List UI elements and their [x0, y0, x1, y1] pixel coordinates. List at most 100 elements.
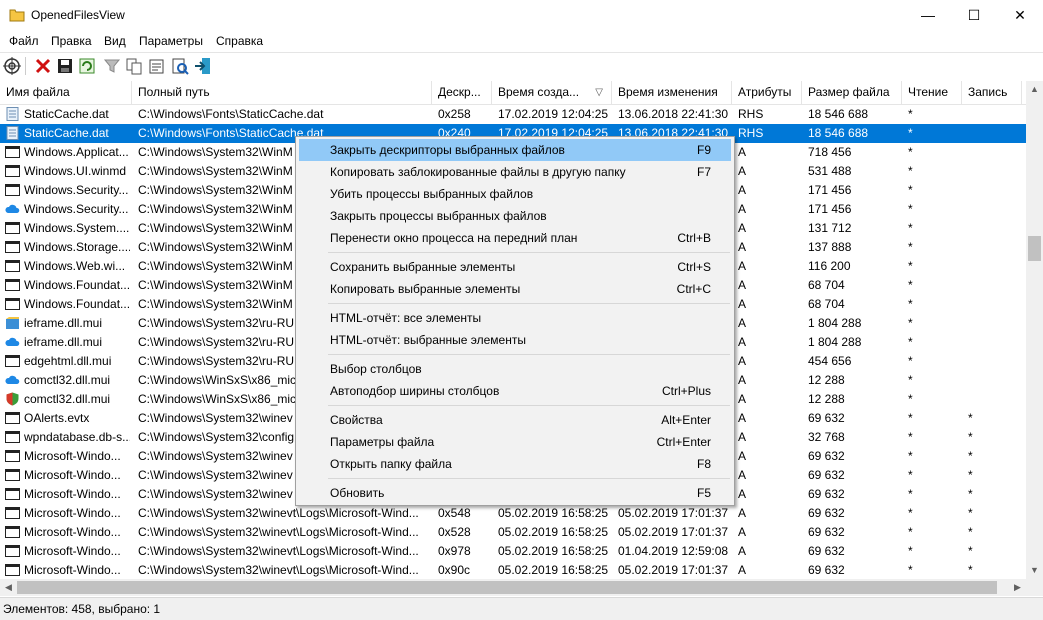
context-menu-item[interactable]: Открыть папку файла F8	[299, 453, 731, 475]
context-menu-shortcut: F8	[696, 457, 711, 471]
cell-size: 116 200	[808, 259, 851, 273]
cell-attributes: A	[738, 354, 747, 368]
menu-options[interactable]: Параметры	[139, 34, 203, 48]
window-icon	[5, 525, 20, 539]
context-menu-item[interactable]: Обновить F5	[299, 482, 731, 504]
save-icon[interactable]	[55, 56, 75, 76]
scroll-left-icon[interactable]: ◀	[0, 579, 17, 596]
cell-filename: Microsoft-Windo...	[24, 449, 121, 463]
menu-edit[interactable]: Правка	[51, 34, 92, 48]
cell-read: *	[908, 297, 913, 311]
context-menu-item[interactable]: Перенести окно процесса на передний план…	[299, 227, 731, 249]
cell-attributes: A	[738, 183, 747, 197]
cell-filename: OAlerts.evtx	[24, 411, 90, 425]
window-icon	[5, 468, 20, 482]
table-row[interactable]: StaticCache.dat C:\Windows\Fonts\StaticCa…	[0, 105, 1026, 124]
context-menu-item[interactable]: Автоподбор ширины столбцов Ctrl+Plus	[299, 380, 731, 402]
context-menu-item[interactable]: Копировать выбранные элементы Ctrl+C	[299, 278, 731, 300]
column-header-handle[interactable]: Дескр...	[432, 81, 492, 104]
cell-size: 137 888	[808, 240, 852, 254]
cell-filename: Windows.Security...	[24, 202, 129, 216]
vertical-scrollbar[interactable]: ▲ ▼	[1026, 81, 1043, 579]
cell-write	[968, 124, 1020, 143]
menu-separator	[328, 354, 730, 355]
properties-icon[interactable]	[147, 56, 167, 76]
context-menu-item[interactable]: Убить процессы выбранных файлов	[299, 183, 731, 205]
column-header-write[interactable]: Запись	[962, 81, 1022, 104]
scrollbar-corner	[1026, 579, 1043, 596]
context-menu-item[interactable]: Копировать заблокированные файлы в другу…	[299, 161, 731, 183]
cell-write: *	[968, 411, 973, 425]
toolbar-separator	[25, 57, 26, 75]
cell-filename: comctl32.dll.mui	[24, 373, 111, 387]
cell-size: 69 632	[808, 449, 845, 463]
context-menu-item[interactable]: Параметры файла Ctrl+Enter	[299, 431, 731, 453]
cell-read: *	[908, 278, 913, 292]
column-header-filename[interactable]: Имя файла	[0, 81, 132, 104]
context-menu-item[interactable]: Свойства Alt+Enter	[299, 409, 731, 431]
cell-attributes: A	[738, 259, 747, 273]
cell-read: *	[908, 449, 913, 463]
scroll-right-icon[interactable]: ▶	[1009, 579, 1026, 596]
column-header-created[interactable]: Время созда... ▽	[492, 81, 612, 104]
menu-help[interactable]: Справка	[216, 34, 263, 48]
column-header-modified[interactable]: Время изменения	[612, 81, 732, 104]
menu-file[interactable]: Файл	[9, 34, 39, 48]
context-menu-item[interactable]: Выбор столбцов	[299, 358, 731, 380]
table-row[interactable]: Microsoft-Windo... C:\Windows\System32\wi…	[0, 523, 1026, 542]
cell-size: 32 768	[808, 430, 845, 444]
cell-size: 69 632	[808, 506, 845, 520]
vertical-scroll-thumb[interactable]	[1028, 236, 1041, 261]
cell-attributes: A	[738, 487, 747, 501]
cell-write: *	[968, 449, 973, 463]
copy-icon[interactable]	[124, 56, 144, 76]
context-menu-item[interactable]: Закрыть процессы выбранных файлов	[299, 205, 731, 227]
cell-path: C:\Windows\Fonts\StaticCache.dat	[138, 107, 324, 121]
cell-attributes: A	[738, 468, 747, 482]
delete-icon[interactable]	[33, 56, 53, 76]
context-menu-item-label: Обновить	[330, 486, 385, 500]
scroll-up-icon[interactable]: ▲	[1026, 81, 1043, 98]
cell-write	[968, 162, 1020, 181]
context-menu-item[interactable]: Сохранить выбранные элементы Ctrl+S	[299, 256, 731, 278]
maximize-button[interactable]: ☐	[951, 0, 997, 30]
horizontal-scroll-thumb[interactable]	[17, 581, 997, 594]
cell-filename: Windows.Foundat...	[24, 278, 130, 292]
cell-modified: 01.04.2019 12:59:08	[618, 544, 729, 558]
table-row[interactable]: Microsoft-Windo... C:\Windows\System32\wi…	[0, 504, 1026, 523]
refresh-icon[interactable]	[77, 56, 97, 76]
cell-read: *	[908, 373, 913, 387]
cell-read: *	[908, 164, 913, 178]
column-header-read[interactable]: Чтение	[902, 81, 962, 104]
cell-write: *	[968, 544, 973, 558]
cell-filename: StaticCache.dat	[24, 126, 109, 140]
cell-attributes: A	[738, 145, 747, 159]
filter-icon[interactable]	[102, 56, 122, 76]
cell-size: 69 632	[808, 544, 845, 558]
column-header-attributes[interactable]: Атрибуты	[732, 81, 802, 104]
cell-read: *	[908, 544, 913, 558]
table-row[interactable]: Microsoft-Windo... C:\Windows\System32\wi…	[0, 542, 1026, 561]
menu-view[interactable]: Вид	[104, 34, 126, 48]
dat-icon	[5, 126, 20, 140]
cell-write	[968, 352, 1020, 371]
context-menu-item-label: Сохранить выбранные элементы	[330, 260, 516, 274]
find-icon[interactable]	[170, 56, 190, 76]
cell-created: 05.02.2019 16:58:25	[498, 544, 609, 558]
cell-attributes: A	[738, 278, 747, 292]
context-menu-item[interactable]: Закрыть дескрипторы выбранных файлов F9	[299, 139, 731, 161]
minimize-button[interactable]: —	[905, 0, 951, 30]
context-menu-shortcut: Alt+Enter	[661, 413, 711, 427]
table-row[interactable]: Microsoft-Windo... C:\Windows\System32\wi…	[0, 561, 1026, 579]
cell-read: *	[908, 202, 913, 216]
scroll-down-icon[interactable]: ▼	[1026, 562, 1043, 579]
cell-write: *	[968, 468, 973, 482]
context-menu-item[interactable]: HTML-отчёт: все элементы	[299, 307, 731, 329]
target-icon[interactable]	[2, 56, 22, 76]
column-header-size[interactable]: Размер файла	[802, 81, 902, 104]
exit-icon[interactable]	[193, 56, 213, 76]
context-menu-item[interactable]: HTML-отчёт: выбранные элементы	[299, 329, 731, 351]
column-header-path[interactable]: Полный путь	[132, 81, 432, 104]
close-button[interactable]: ✕	[997, 0, 1043, 30]
horizontal-scrollbar[interactable]: ◀ ▶	[0, 579, 1026, 596]
